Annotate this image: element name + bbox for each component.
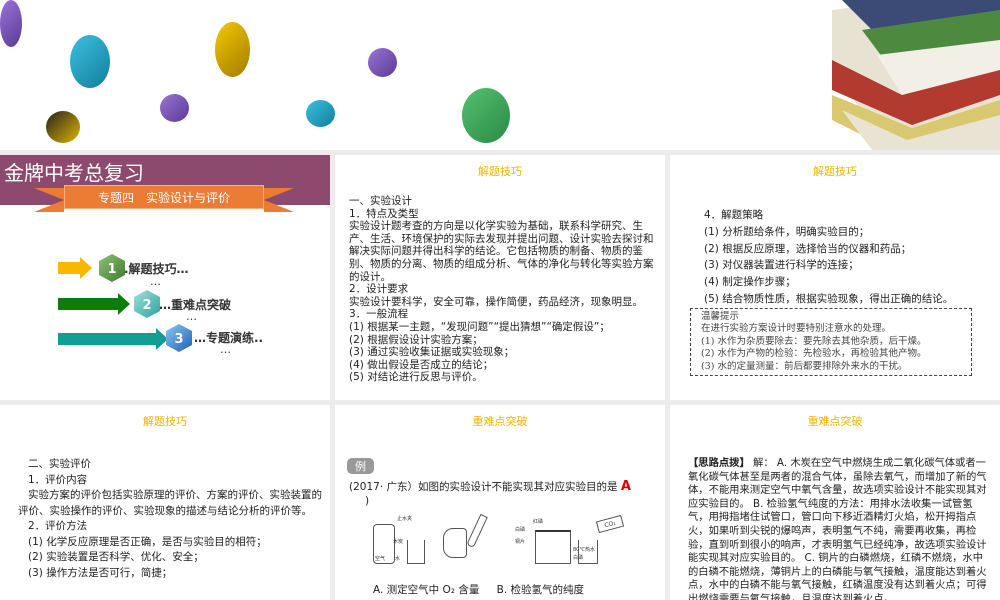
slide-heading: 解题技巧	[143, 415, 187, 428]
co2-bottle-figure: CO₂	[595, 514, 625, 534]
combustion-figure	[535, 530, 571, 564]
paragraph: 实验设计要科学，安全可靠，操作简便，药品经济，现象明显。	[349, 295, 643, 308]
list-item: (2) 根据假设设计实验方案；	[349, 333, 483, 346]
deck-title: 金牌中考总复习	[4, 161, 144, 185]
test-tube-figure	[466, 513, 488, 549]
cube-3-icon: 3	[166, 324, 192, 352]
slide-heading: 重难点突破	[472, 415, 528, 428]
beaker-figure	[407, 540, 425, 564]
books-stack-image	[822, 0, 1000, 150]
teal-arrow-icon	[58, 328, 168, 350]
teal-ellipse	[70, 35, 110, 88]
option-a: A. 测定空气中 O₂ 含量	[373, 584, 480, 596]
tip-line: (1) 水作为杂质要除去：要先除去其他杂质，后干燥。	[701, 335, 927, 347]
answer: A	[620, 479, 631, 494]
slide-5[interactable]: 重难点突破 例 (2017· 广东）如图的实验设计不能实现其对应实验目的是 A …	[335, 405, 665, 600]
solution-text: 解： A. 木炭在空气中燃烧生成二氧化碳气体或者一氧化碳气体甚至是两者的混合气体…	[688, 457, 987, 600]
purple-ellipse	[368, 48, 397, 77]
tip-line: (3) 水的定量测量：前后都要排除外来水的干扰。	[701, 360, 908, 372]
ribbon-tail-left	[34, 188, 64, 212]
yellow-ellipse	[215, 22, 250, 77]
menu-dots: …	[220, 343, 231, 356]
paragraph: 实验设计题考查的方向是以化学实验为基础，联系科学研究、生产、生活、环境保护的实际…	[349, 220, 654, 283]
green-ellipse	[462, 88, 510, 143]
cube-2-icon: 2	[134, 290, 160, 318]
fig-label: 止水夹	[397, 516, 413, 522]
subheading: 1．特点及类型	[349, 207, 419, 220]
tip-line: 在进行实验方案设计时要特别注意水的处理。	[701, 323, 892, 335]
section-heading: 一、实验设计	[349, 195, 412, 207]
dark-yellow-ellipse	[46, 111, 80, 143]
ribbon-tail-right	[264, 188, 294, 212]
list-item: (5) 结合物质性质，根据实验现象，得出正确的结论。	[704, 292, 954, 305]
list-item: (3) 通过实验收集证据或实验现象；	[349, 346, 515, 359]
list-item: (4) 做出假设是否成立的结论；	[349, 358, 494, 371]
option-b: B. 检验氢气的纯度	[496, 584, 585, 596]
slide-3[interactable]: 解题技巧 4．解题策略 (1) 分析题给条件，明确实验目的； (2) 根据反应原…	[670, 155, 1000, 400]
slide-6[interactable]: 重难点突破 【思路点拨】 解： A. 木炭在空气中燃烧生成二氧化碳气体或者一氧化…	[670, 405, 1000, 600]
list-item: (1) 化学反应原理是否正确，是否与实验目的相符；	[28, 535, 267, 548]
menu-dots: …	[186, 310, 197, 323]
subheading: 2．评价方法	[28, 520, 88, 532]
slide-4[interactable]: 解题技巧 二、实验评价 1．评价内容 实验方案的评价包括实验原理的评价、方案的评…	[0, 405, 330, 600]
slide-heading: 重难点突破	[807, 415, 863, 428]
fig-label: 铜片	[515, 539, 526, 545]
tip-box: 温馨提示 在进行实验方案设计时要特别注意水的处理。 (1) 水作为杂质要除去：要…	[690, 307, 972, 377]
teal-ellipse	[306, 100, 335, 127]
close-paren: )	[365, 495, 370, 508]
cube-1-icon: 1	[99, 254, 125, 282]
list-item: (2) 实验装置是否科学、优化、安全；	[28, 551, 204, 563]
slide-heading: 解题技巧	[478, 165, 522, 178]
green-arrow-icon	[58, 293, 130, 315]
topic-ribbon: 专题四 实验设计与评价	[64, 185, 264, 209]
example-badge: 例	[347, 458, 374, 474]
fig-label: 白磷	[515, 527, 526, 533]
tip-line: (2) 水作为产物的检验：先检验水，再检验其他产物。	[701, 348, 927, 360]
yellow-arrow-icon	[58, 257, 92, 279]
subheading: 1．评价内容	[28, 473, 88, 486]
tip-title: 温馨提示	[701, 310, 740, 322]
hint-label: 【思路点拨】	[688, 457, 750, 469]
slide-1-title[interactable]: 金牌中考总复习 专题四 实验设计与评价 1 .解题技巧… … 2 …重难点突破 …	[0, 155, 330, 400]
fig-label: 空气	[375, 556, 386, 562]
slide-heading: 解题技巧	[813, 165, 857, 178]
purple-ellipse	[160, 94, 189, 122]
list-item: (1) 根据某一主题，“发现问题”“提出猜想”“确定假设”；	[349, 320, 610, 333]
subheading: 3．一般流程	[349, 308, 409, 321]
list-item: (3) 对仪器装置进行科学的连接；	[704, 259, 859, 272]
list-item: (3) 操作方法是否可行，简捷；	[28, 566, 173, 579]
fig-label: CO₂	[603, 519, 617, 530]
list-item: (2) 根据反应原理，选择恰当的仪器和药品；	[704, 242, 912, 255]
fig-label: 红磷	[533, 519, 544, 525]
slide-2[interactable]: 解题技巧 一、实验设计 1．特点及类型 实验设计题考查的方向是以化学实验为基础，…	[335, 155, 665, 400]
menu-dots: …	[150, 275, 161, 288]
slide-thumbnail-grid: 金牌中考总复习 专题四 实验设计与评价 1 .解题技巧… … 2 …重难点突破 …	[0, 150, 1000, 600]
purple-ellipse	[0, 0, 22, 47]
decorative-header	[0, 0, 1000, 150]
list-item: (5) 对结论进行反思与评价。	[349, 371, 483, 384]
experiment-figures: 空气 止水夹 木炭 水 红磷 白磷 铜片 80℃热水 白磷 CO₂	[335, 510, 665, 570]
paragraph: 实验方案的评价包括实验原理的评价、方案的评价、实验装置的评价、实验操作的评价、实…	[18, 489, 322, 517]
section-heading: 二、实验评价	[28, 458, 91, 470]
fig-label: 水	[395, 556, 401, 562]
test-tube-hand-figure	[443, 528, 467, 558]
list-item: (1) 分析题给条件，明确实验目的；	[704, 225, 870, 238]
co2-beaker-figure	[578, 540, 598, 564]
subheading: 2．设计要求	[349, 283, 409, 296]
subheading: 4．解题策略	[704, 209, 764, 221]
list-item: (4) 制定操作步骤；	[704, 276, 796, 289]
fig-label: 木炭	[393, 539, 404, 545]
question-text: (2017· 广东）如图的实验设计不能实现其对应实验目的是	[349, 481, 618, 493]
